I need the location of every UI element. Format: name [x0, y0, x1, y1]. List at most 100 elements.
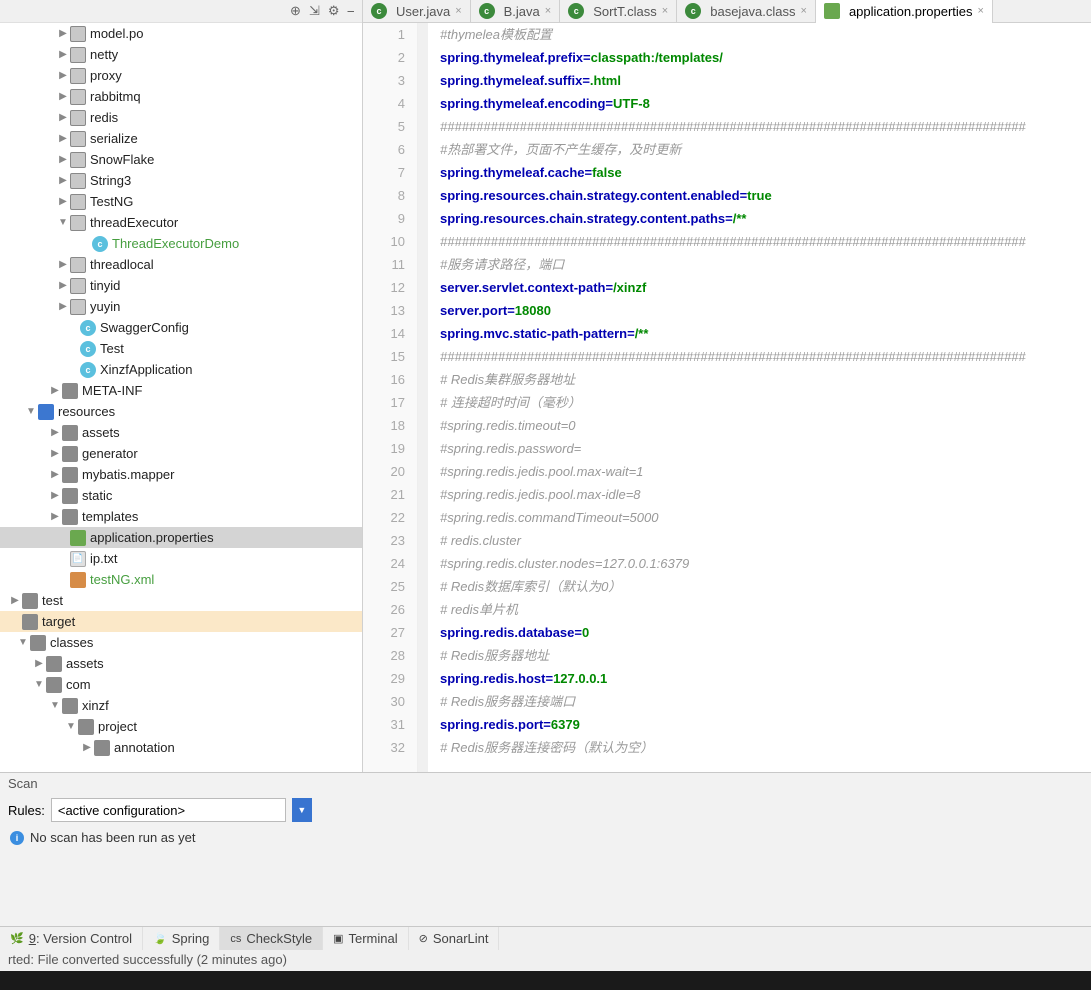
expand-arrow-icon[interactable]: ▶ — [56, 175, 70, 186]
tree-node-xinzf[interactable]: ▼xinzf — [0, 695, 362, 716]
expand-arrow-icon[interactable]: ▶ — [48, 490, 62, 501]
tree-node-test[interactable]: cTest — [0, 338, 362, 359]
tab-user-java[interactable]: cUser.java× — [363, 0, 471, 23]
code-content[interactable]: #thymelea模板配置spring.thymeleaf.prefix=cla… — [428, 23, 1091, 772]
tree-node-application-properties[interactable]: application.properties — [0, 527, 362, 548]
tree-node-templates[interactable]: ▶templates — [0, 506, 362, 527]
tab-sortt-class[interactable]: cSortT.class× — [560, 0, 677, 23]
tree-node-mybatis-mapper[interactable]: ▶mybatis.mapper — [0, 464, 362, 485]
close-icon[interactable]: × — [545, 5, 551, 17]
tree-node-yuyin[interactable]: ▶yuyin — [0, 296, 362, 317]
expand-arrow-icon[interactable]: ▶ — [56, 28, 70, 39]
tree-node-snowflake[interactable]: ▶SnowFlake — [0, 149, 362, 170]
tree-node-testng[interactable]: ▶TestNG — [0, 191, 362, 212]
tree-node-label: generator — [82, 446, 138, 461]
expand-arrow-icon[interactable]: ▶ — [48, 469, 62, 480]
expand-arrow-icon[interactable]: ▶ — [8, 595, 22, 606]
tree-node-netty[interactable]: ▶netty — [0, 44, 362, 65]
tree-node-threadlocal[interactable]: ▶ threadlocal — [0, 254, 362, 275]
folder-icon — [62, 698, 78, 714]
expand-arrow-icon[interactable]: ▶ — [56, 49, 70, 60]
tree-node-assets[interactable]: ▶ assets — [0, 422, 362, 443]
tree-node-model-po[interactable]: ▶model.po — [0, 23, 362, 44]
expand-arrow-icon[interactable]: ▼ — [56, 217, 70, 228]
tree-node-label: project — [98, 719, 137, 734]
tab-basejava-class[interactable]: cbasejava.class× — [677, 0, 816, 23]
expand-arrow-icon[interactable]: ▶ — [56, 133, 70, 144]
rules-select-dropdown-icon[interactable]: ▼ — [292, 798, 312, 822]
tool-tab-sonarlint[interactable]: ⊘SonarLint — [409, 927, 500, 951]
tree-node-target[interactable]: target — [0, 611, 362, 632]
tree-node-redis[interactable]: ▶redis — [0, 107, 362, 128]
hide-icon[interactable]: ⎯ — [348, 3, 355, 19]
tree-node-label: SwaggerConfig — [100, 320, 189, 335]
tab-b-java[interactable]: cB.java× — [471, 0, 561, 23]
pkg-icon — [70, 131, 86, 147]
pkg-icon — [70, 89, 86, 105]
tree-node-annotation[interactable]: ▶annotation — [0, 737, 362, 758]
gear-icon[interactable]: ⚙ — [328, 3, 340, 19]
tree-node-project[interactable]: ▼ project — [0, 716, 362, 737]
tree-node-static[interactable]: ▶static — [0, 485, 362, 506]
expand-arrow-icon[interactable]: ▼ — [64, 721, 78, 732]
tree-node-resources[interactable]: ▼resources — [0, 401, 362, 422]
collapse-icon[interactable]: ⊕ — [290, 3, 301, 19]
expand-arrow-icon[interactable]: ▶ — [32, 658, 46, 669]
file-type-icon: c — [685, 3, 701, 19]
expand-arrow-icon[interactable]: ▶ — [56, 91, 70, 102]
expand-arrow-icon[interactable]: ▶ — [56, 112, 70, 123]
close-icon[interactable]: × — [978, 5, 984, 17]
tool-tab-terminal[interactable]: ▣Terminal — [323, 927, 409, 951]
expand-arrow-icon[interactable]: ▼ — [24, 406, 38, 417]
tab-application-properties[interactable]: application.properties× — [816, 0, 993, 23]
expand-arrow-icon[interactable]: ▶ — [48, 427, 62, 438]
tree-node-testng-xml[interactable]: testNG.xml — [0, 569, 362, 590]
tree-node-tinyid[interactable]: ▶tinyid — [0, 275, 362, 296]
rules-select[interactable]: <active configuration> — [51, 798, 286, 822]
tree-node-ip-txt[interactable]: 📄ip.txt — [0, 548, 362, 569]
folder-icon — [62, 425, 78, 441]
tree-node-label: META-INF — [82, 383, 142, 398]
pkg-icon — [70, 173, 86, 189]
tree-node-threadexecutordemo[interactable]: cThreadExecutorDemo — [0, 233, 362, 254]
expand-arrow-icon[interactable]: ▶ — [80, 742, 94, 753]
tree-node-swaggerconfig[interactable]: cSwaggerConfig — [0, 317, 362, 338]
tree-node-string3[interactable]: ▶String3 — [0, 170, 362, 191]
tree-node-rabbitmq[interactable]: ▶ rabbitmq — [0, 86, 362, 107]
close-icon[interactable]: × — [801, 5, 807, 17]
tree-node-serialize[interactable]: ▶serialize — [0, 128, 362, 149]
tool-tab-9-version-control[interactable]: 🌿9: Version Control — [0, 927, 143, 951]
expand-arrow-icon[interactable]: ▶ — [48, 448, 62, 459]
tree-node-generator[interactable]: ▶ generator — [0, 443, 362, 464]
expand-arrow-icon[interactable]: ▶ — [48, 385, 62, 396]
expand-arrow-icon[interactable]: ▶ — [56, 259, 70, 270]
tree-node-proxy[interactable]: ▶proxy — [0, 65, 362, 86]
expand-arrow-icon[interactable]: ▶ — [56, 196, 70, 207]
tool-tab-checkstyle[interactable]: csCheckStyle — [220, 927, 323, 951]
expand-arrow-icon[interactable]: ▶ — [56, 154, 70, 165]
scan-panel: Scan Rules: <active configuration> ▼ i N… — [0, 772, 1091, 926]
expand-icon[interactable]: ⇲ — [309, 3, 320, 19]
expand-arrow-icon[interactable]: ▶ — [48, 511, 62, 522]
expand-arrow-icon[interactable]: ▶ — [56, 70, 70, 81]
tree-node-meta-inf[interactable]: ▶ META-INF — [0, 380, 362, 401]
project-tree[interactable]: ⊕ ⇲ ⚙ ⎯ ▶model.po▶netty▶proxy▶rabbitmq▶r… — [0, 0, 363, 772]
tree-node-xinzfapplication[interactable]: cXinzfApplication — [0, 359, 362, 380]
tree-node-label: rabbitmq — [90, 89, 141, 104]
tree-node-classes[interactable]: ▼classes — [0, 632, 362, 653]
tool-tab-spring[interactable]: 🍃Spring — [143, 927, 220, 951]
tree-node-threadexecutor[interactable]: ▼threadExecutor — [0, 212, 362, 233]
tree-node-test[interactable]: ▶test — [0, 590, 362, 611]
tree-node-com[interactable]: ▼com — [0, 674, 362, 695]
close-icon[interactable]: × — [455, 5, 461, 17]
expand-arrow-icon[interactable]: ▶ — [56, 280, 70, 291]
expand-arrow-icon[interactable]: ▼ — [32, 679, 46, 690]
expand-arrow-icon[interactable]: ▶ — [56, 301, 70, 312]
tree-node-label: assets — [82, 425, 120, 440]
close-icon[interactable]: × — [662, 5, 668, 17]
expand-arrow-icon[interactable]: ▼ — [48, 700, 62, 711]
tree-node-assets[interactable]: ▶assets — [0, 653, 362, 674]
tree-node-label: threadlocal — [90, 257, 154, 272]
code-area[interactable]: 1234567891011121314151617181920212223242… — [363, 23, 1091, 772]
expand-arrow-icon[interactable]: ▼ — [16, 637, 30, 648]
